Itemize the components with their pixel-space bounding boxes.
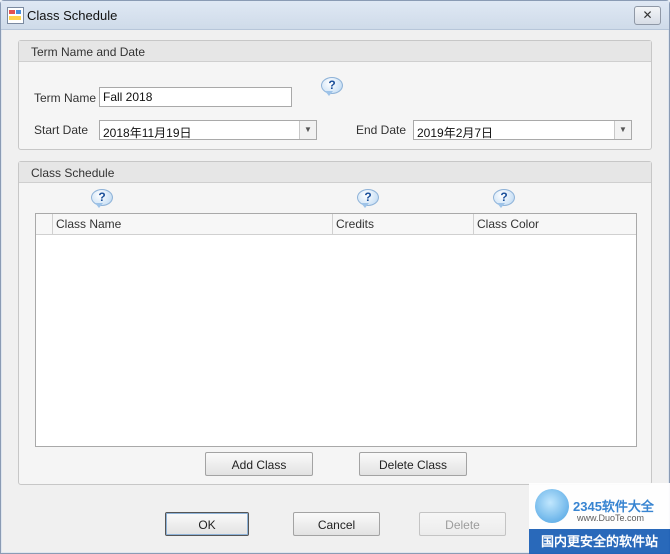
close-button[interactable]: ✕ [634, 6, 661, 25]
help-question-icon[interactable]: ? [493, 189, 515, 209]
column-header-class-name[interactable]: Class Name [52, 214, 333, 234]
window-title: Class Schedule [27, 8, 118, 23]
group-title: Class Schedule [31, 166, 115, 180]
end-date-label: End Date [356, 123, 407, 137]
start-date-value: 2018年11月19日 [103, 126, 192, 140]
class-schedule-table[interactable]: Class Name Credits Class Color [35, 213, 637, 447]
cancel-button[interactable]: Cancel [293, 512, 380, 536]
add-class-button[interactable]: Add Class [205, 452, 313, 476]
calendar-grid-icon [7, 7, 24, 24]
term-name-date-group: Term Name and Date Term Name Fall 2018 ?… [18, 40, 652, 150]
close-icon: ✕ [642, 8, 653, 22]
group-title: Term Name and Date [31, 45, 146, 59]
watermark: 2345软件大全 www.DuoTe.com 国内更安全的软件站 [529, 483, 670, 554]
title-bar[interactable]: Class Schedule ✕ [1, 1, 669, 30]
term-name-input[interactable]: Fall 2018 [99, 87, 292, 107]
help-question-icon[interactable]: ? [321, 77, 343, 97]
watermark-slogan: 国内更安全的软件站 [529, 529, 670, 554]
delete-class-button[interactable]: Delete Class [359, 452, 467, 476]
group-header: Term Name and Date [19, 41, 651, 62]
term-name-label: Term Name [34, 91, 97, 105]
column-header-credits[interactable]: Credits [332, 214, 474, 234]
end-date-picker[interactable]: 2019年2月7日 ▼ [413, 120, 632, 140]
class-schedule-group: Class Schedule ? ? ? Class Name Credits … [18, 161, 652, 485]
chevron-down-icon[interactable]: ▼ [299, 121, 316, 139]
dialog-window: Class Schedule ✕ Term Name and Date Term… [0, 0, 670, 554]
dialog-client-area: Term Name and Date Term Name Fall 2018 ?… [2, 30, 668, 552]
table-header: Class Name Credits Class Color [36, 214, 636, 235]
chevron-down-icon[interactable]: ▼ [614, 121, 631, 139]
ok-button[interactable]: OK [165, 512, 249, 536]
help-question-icon[interactable]: ? [91, 189, 113, 209]
column-header-class-color[interactable]: Class Color [473, 214, 636, 234]
mascot-icon [535, 489, 569, 523]
end-date-value: 2019年2月7日 [417, 126, 494, 140]
start-date-label: Start Date [34, 123, 89, 137]
watermark-url: www.DuoTe.com [577, 513, 645, 523]
group-header: Class Schedule [19, 162, 651, 183]
delete-button[interactable]: Delete [419, 512, 506, 536]
start-date-picker[interactable]: 2018年11月19日 ▼ [99, 120, 317, 140]
help-question-icon[interactable]: ? [357, 189, 379, 209]
